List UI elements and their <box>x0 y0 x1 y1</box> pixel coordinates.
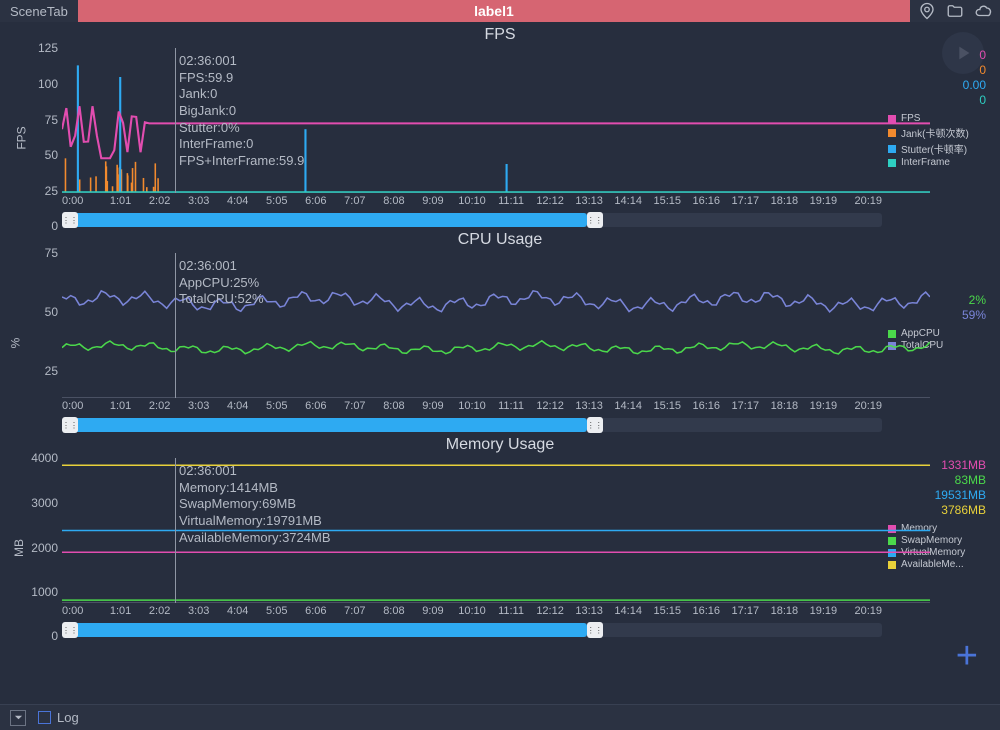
cursor-line <box>175 253 176 398</box>
memory-chart: Memory Usage MB 4000 3000 2000 1000 0 02… <box>0 432 1000 637</box>
x-axis: 0:001:012:023:034:045:056:067:078:089:09… <box>14 195 882 207</box>
range-slider[interactable]: ⋮⋮ ⋮⋮ <box>62 623 882 637</box>
range-handle-left[interactable]: ⋮⋮ <box>62 212 78 228</box>
dropdown-icon[interactable] <box>10 710 26 726</box>
cursor-line <box>175 48 176 193</box>
header-icons <box>910 0 1000 22</box>
range-handle-right[interactable]: ⋮⋮ <box>587 417 603 433</box>
range-handle-right[interactable]: ⋮⋮ <box>587 212 603 228</box>
range-slider[interactable]: ⋮⋮ ⋮⋮ <box>62 418 882 432</box>
log-label: Log <box>57 710 79 725</box>
scene-tab[interactable]: SceneTab <box>0 0 78 22</box>
fps-chart: FPS FPS 125 100 75 50 25 0 02:36:001 FPS… <box>0 22 1000 227</box>
folder-icon[interactable] <box>946 2 964 20</box>
cpu-chart: CPU Usage % 75 50 25 02:36:001 AppCPU:25… <box>0 227 1000 432</box>
y-axis: % 75 50 25 <box>14 253 62 432</box>
log-checkbox[interactable] <box>38 711 51 724</box>
title-label: label1 <box>78 0 910 22</box>
x-axis: 0:001:012:023:034:045:056:067:078:089:09… <box>14 605 882 617</box>
range-slider[interactable]: ⋮⋮ ⋮⋮ <box>62 213 882 227</box>
range-handle-left[interactable]: ⋮⋮ <box>62 417 78 433</box>
add-button[interactable]: + <box>956 635 978 678</box>
plot-area[interactable]: FPS 125 100 75 50 25 0 02:36:001 FPS:59.… <box>14 48 882 227</box>
chart-title: CPU Usage <box>14 231 986 249</box>
chart-title: Memory Usage <box>14 436 986 454</box>
x-axis: 0:001:012:023:034:045:056:067:078:089:09… <box>14 400 882 412</box>
cloud-icon[interactable] <box>974 2 992 20</box>
cursor-line <box>175 458 176 603</box>
y-axis: FPS 125 100 75 50 25 0 <box>14 48 62 227</box>
header: SceneTab label1 <box>0 0 1000 22</box>
chart-title: FPS <box>14 26 986 44</box>
plot-area[interactable]: MB 4000 3000 2000 1000 0 02:36:001 Memor… <box>14 458 882 637</box>
plot-area[interactable]: % 75 50 25 02:36:001 AppCPU:25% TotalCPU… <box>14 253 882 432</box>
range-handle-left[interactable]: ⋮⋮ <box>62 622 78 638</box>
range-handle-right[interactable]: ⋮⋮ <box>587 622 603 638</box>
footer: Log <box>0 704 1000 730</box>
location-pin-icon[interactable] <box>918 2 936 20</box>
y-axis: MB 4000 3000 2000 1000 0 <box>14 458 62 637</box>
